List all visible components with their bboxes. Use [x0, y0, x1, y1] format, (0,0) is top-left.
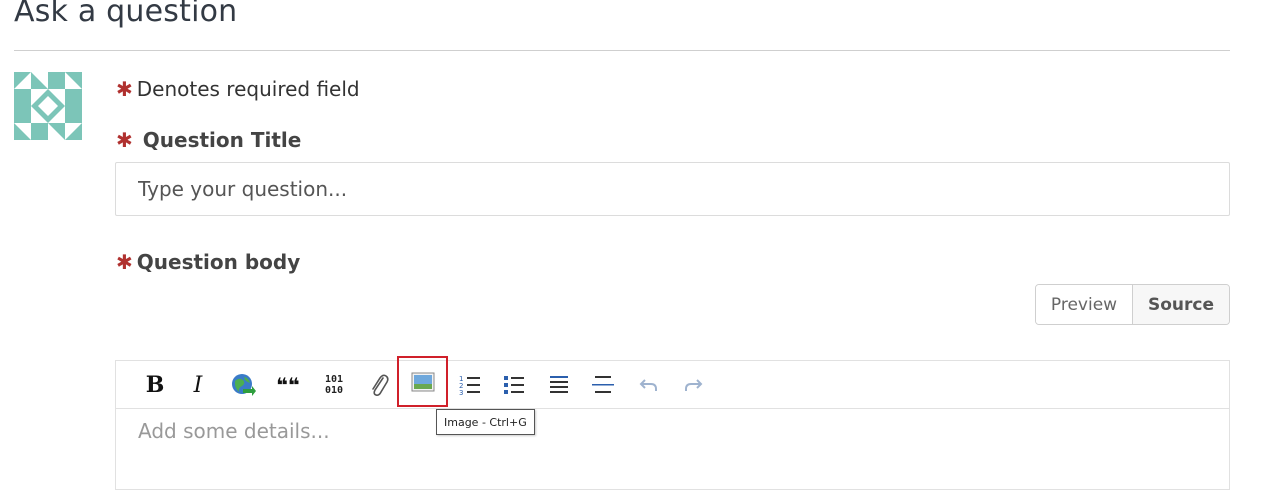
- required-star-icon: ✱: [116, 77, 133, 101]
- italic-button[interactable]: I: [181, 368, 215, 402]
- numbered-list-icon: 1 2 3: [459, 375, 480, 396]
- link-icon: [232, 374, 256, 396]
- body-placeholder[interactable]: Add some details...: [138, 419, 330, 443]
- editor-mode-switch: Preview Source: [1035, 284, 1230, 325]
- italic-icon: I: [193, 372, 203, 398]
- undo-icon: [639, 379, 657, 391]
- attachment-button[interactable]: [362, 368, 396, 402]
- question-title-label-text: Question Title: [142, 128, 302, 152]
- bold-icon: B: [145, 372, 165, 398]
- code-icon-top: 101: [324, 374, 344, 385]
- question-body-label-text: Question body: [136, 250, 301, 274]
- avatar-pattern-icon: [14, 72, 82, 140]
- bulleted-list-icon: [504, 376, 524, 394]
- image-icon: [411, 372, 434, 391]
- required-field-note: ✱ Denotes required field: [116, 77, 360, 101]
- horizontal-rule-icon: [592, 376, 614, 393]
- question-title-input[interactable]: [115, 162, 1230, 216]
- horizontal-rule-button[interactable]: [586, 368, 620, 402]
- redo-icon: [685, 379, 703, 391]
- undo-button[interactable]: [632, 368, 666, 402]
- page-title: Ask a question: [14, 0, 238, 29]
- question-title-label: ✱ Question Title: [116, 128, 301, 152]
- title-divider: [14, 50, 1230, 51]
- source-tab[interactable]: Source: [1132, 285, 1229, 324]
- code-button[interactable]: 101 010: [317, 368, 351, 402]
- image-button[interactable]: [397, 356, 448, 407]
- svg-text:3: 3: [459, 389, 463, 396]
- code-icon-bottom: 010: [324, 385, 344, 396]
- heading-button[interactable]: [542, 368, 576, 402]
- quote-icon: ❝❝: [276, 373, 300, 397]
- required-note-text: Denotes required field: [136, 77, 360, 101]
- question-body-label: ✱ Question body: [116, 250, 300, 274]
- editor-toolbar: B I ❝❝ 101 010 1 2 3: [116, 356, 1229, 409]
- required-star-icon: ✱: [116, 250, 133, 274]
- numbered-list-button[interactable]: 1 2 3: [453, 368, 487, 402]
- bulleted-list-button[interactable]: [497, 368, 531, 402]
- image-button-tooltip: Image - Ctrl+G: [436, 409, 535, 435]
- blockquote-button[interactable]: ❝❝: [271, 368, 305, 402]
- heading-icon: [550, 376, 568, 393]
- bold-button[interactable]: B: [138, 368, 172, 402]
- preview-tab[interactable]: Preview: [1036, 285, 1132, 324]
- avatar: [14, 72, 82, 140]
- redo-button[interactable]: [676, 368, 710, 402]
- question-body-editor: B I ❝❝ 101 010 1 2 3 Add some details...: [115, 356, 1230, 490]
- attachment-icon: [372, 374, 389, 396]
- link-button[interactable]: [226, 368, 260, 402]
- required-star-icon: ✱: [116, 128, 133, 152]
